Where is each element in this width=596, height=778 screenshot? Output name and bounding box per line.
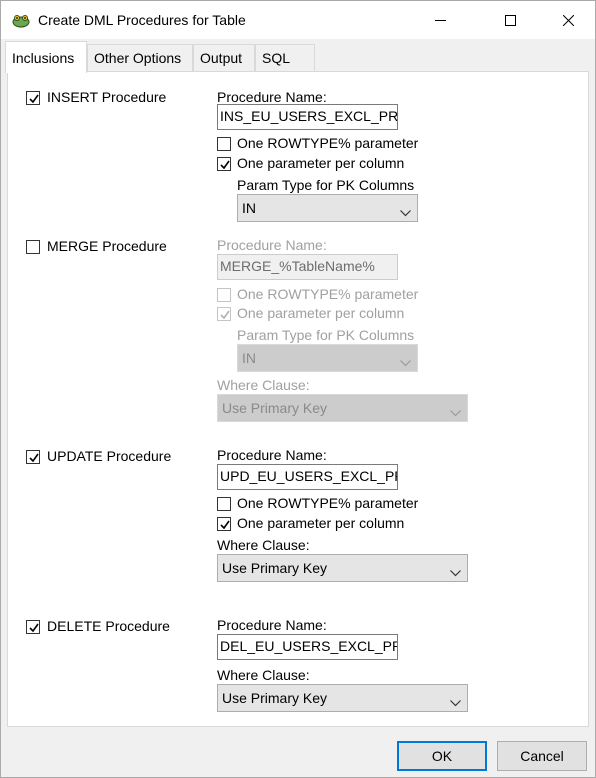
merge-where-label: Where Clause: (217, 377, 310, 393)
delete-proc-name-input[interactable]: DEL_EU_USERS_EXCL_PRGS (217, 634, 398, 660)
insert-proc-name-label: Procedure Name: (217, 89, 327, 105)
merge-where-value: Use Primary Key (222, 400, 328, 416)
tab-output[interactable]: Output (193, 44, 255, 71)
tab-strip: Inclusions Other Options Output SQL (1, 39, 595, 73)
title-bar: Create DML Procedures for Table (1, 1, 595, 39)
insert-param-type-label: Param Type for PK Columns (237, 177, 415, 193)
update-procedure-label: UPDATE Procedure (47, 448, 172, 464)
checkmark-icon (29, 453, 39, 463)
update-proc-name-label: Procedure Name: (217, 447, 327, 463)
insert-param-type-value: IN (242, 200, 256, 216)
merge-proc-name-label: Procedure Name: (217, 237, 327, 253)
insert-param-type-select[interactable]: IN (237, 194, 418, 222)
insert-per-column-label: One parameter per column (237, 155, 405, 171)
merge-rowtype-label: One ROWTYPE% parameter (237, 286, 419, 302)
merge-where-select[interactable]: Use Primary Key (217, 394, 468, 422)
merge-param-type-label: Param Type for PK Columns (237, 327, 415, 343)
update-proc-name-input[interactable]: UPD_EU_USERS_EXCL_PRG (217, 464, 398, 490)
update-procedure-checkbox[interactable] (26, 450, 40, 464)
update-where-label: Where Clause: (217, 537, 310, 553)
merge-rowtype-checkbox[interactable] (217, 288, 231, 302)
delete-where-select[interactable]: Use Primary Key (217, 684, 468, 712)
merge-param-type-value: IN (242, 350, 256, 366)
minimize-icon (434, 15, 446, 26)
chevron-down-icon (450, 694, 461, 710)
update-where-value: Use Primary Key (222, 560, 328, 576)
merge-per-column-checkbox[interactable] (217, 307, 231, 321)
update-rowtype-label: One ROWTYPE% parameter (237, 495, 419, 511)
insert-procedure-checkbox[interactable] (26, 91, 40, 105)
toad-app-icon (11, 12, 31, 28)
ok-button[interactable]: OK (397, 741, 487, 771)
delete-where-label: Where Clause: (217, 667, 310, 683)
merge-per-column-label: One parameter per column (237, 305, 405, 321)
cancel-button[interactable]: Cancel (497, 741, 587, 771)
insert-procedure-label: INSERT Procedure (47, 89, 167, 105)
chevron-down-icon (450, 564, 461, 580)
dialog-window: Create DML Procedures for Table Inclusio… (0, 0, 596, 778)
maximize-icon (504, 14, 516, 26)
maximize-button[interactable] (487, 1, 533, 39)
checkmark-icon (220, 520, 230, 530)
close-button[interactable] (545, 1, 591, 39)
update-per-column-checkbox[interactable] (217, 517, 231, 531)
chevron-down-icon (400, 204, 411, 220)
checkmark-icon (29, 623, 39, 633)
checkmark-icon (220, 160, 230, 170)
tab-inclusions[interactable]: Inclusions (5, 41, 87, 73)
tab-other-options[interactable]: Other Options (87, 44, 193, 71)
chevron-down-icon (400, 354, 411, 370)
insert-rowtype-checkbox[interactable] (217, 137, 231, 151)
tab-sql[interactable]: SQL (255, 44, 315, 71)
insert-per-column-checkbox[interactable] (217, 157, 231, 171)
merge-procedure-label: MERGE Procedure (47, 238, 167, 254)
update-where-select[interactable]: Use Primary Key (217, 554, 468, 582)
delete-procedure-checkbox[interactable] (26, 620, 40, 634)
checkmark-icon (220, 310, 230, 320)
insert-rowtype-label: One ROWTYPE% parameter (237, 135, 419, 151)
delete-procedure-label: DELETE Procedure (47, 618, 170, 634)
checkmark-icon (29, 94, 39, 104)
merge-procedure-checkbox[interactable] (26, 240, 40, 254)
window-title: Create DML Procedures for Table (38, 12, 246, 28)
delete-where-value: Use Primary Key (222, 690, 328, 706)
close-icon (562, 14, 574, 26)
merge-proc-name-input[interactable]: MERGE_%TableName% (217, 254, 398, 280)
chevron-down-icon (450, 404, 461, 420)
insert-proc-name-input[interactable]: INS_EU_USERS_EXCL_PRGS (217, 104, 398, 130)
update-per-column-label: One parameter per column (237, 515, 405, 531)
minimize-button[interactable] (417, 1, 463, 39)
delete-proc-name-label: Procedure Name: (217, 617, 327, 633)
update-rowtype-checkbox[interactable] (217, 497, 231, 511)
merge-param-type-select[interactable]: IN (237, 344, 418, 372)
